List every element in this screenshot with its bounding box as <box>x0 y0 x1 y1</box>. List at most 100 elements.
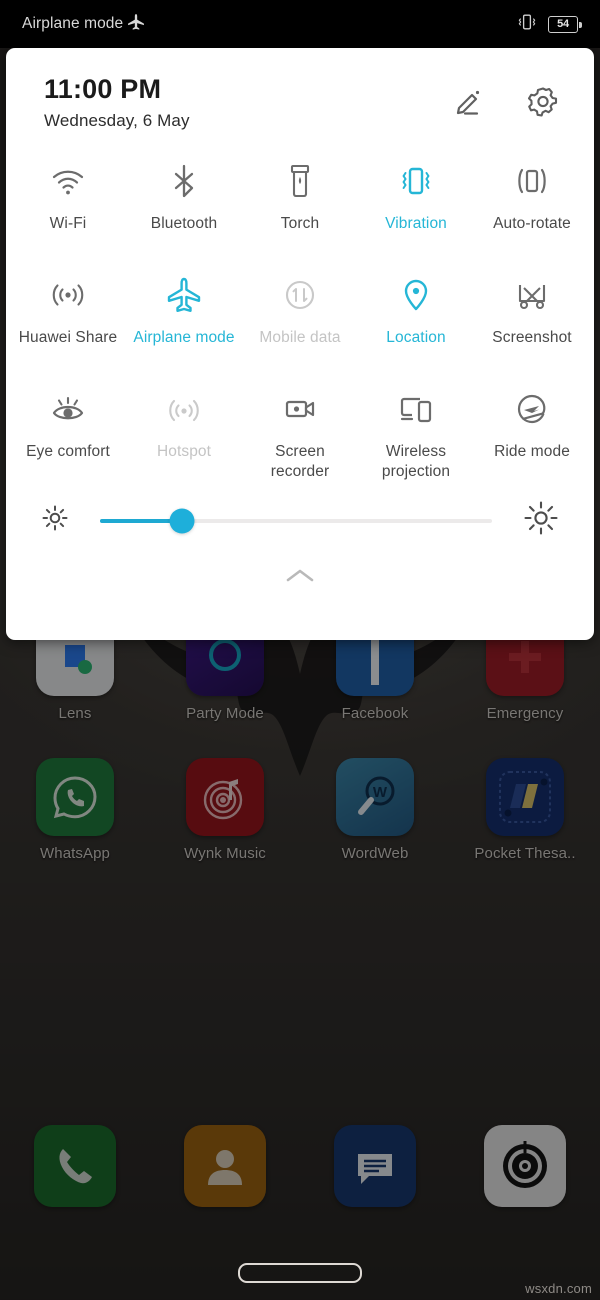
brightness-slider-thumb[interactable] <box>169 508 195 534</box>
pocket-app-icon <box>486 758 564 836</box>
app-wynk-music[interactable]: Wynk Music <box>150 758 300 862</box>
quick-settings-panel: 11:00 PM Wednesday, 6 May Wi-Fi Bluetoot… <box>6 48 594 640</box>
mobile-data-icon <box>278 273 322 317</box>
brightness-low-icon <box>40 503 70 538</box>
app-label: Wynk Music <box>184 845 266 862</box>
battery-level: 54 <box>557 18 569 30</box>
status-airplane-label: Airplane mode <box>22 15 124 32</box>
pencil-edit-icon[interactable] <box>452 84 486 118</box>
bluetooth-icon <box>162 159 206 203</box>
app-label: Lens <box>58 705 92 722</box>
quick-settings-header: 11:00 PM Wednesday, 6 May <box>6 48 594 131</box>
status-bar-right: 54 <box>516 12 582 37</box>
header-actions <box>452 74 566 118</box>
tile-huawei-share[interactable]: Huawei Share <box>10 257 126 371</box>
chevron-up-icon <box>283 566 317 591</box>
eye-comfort-icon <box>46 387 90 431</box>
tile-label: Wireless projection <box>381 443 451 481</box>
airplane-icon <box>126 12 146 37</box>
tile-hotspot[interactable]: Hotspot <box>126 371 242 485</box>
navigation-bar <box>0 1245 600 1300</box>
tile-label: Huawei Share <box>18 329 118 347</box>
app-label: Pocket Thesa.. <box>474 845 576 862</box>
clock-block: 11:00 PM Wednesday, 6 May <box>44 74 190 131</box>
location-pin-icon <box>394 273 438 317</box>
brightness-row <box>6 485 594 542</box>
app-messages[interactable] <box>300 1125 450 1216</box>
tile-label: Torch <box>280 215 320 233</box>
tile-wifi[interactable]: Wi-Fi <box>10 143 126 257</box>
airplane-icon <box>162 273 206 317</box>
tile-label: Hotspot <box>156 443 212 461</box>
quick-settings-tile-grid: Wi-Fi Bluetooth Torch Vibration Auto-rot… <box>6 131 594 485</box>
wordweb-app-icon: W <box>336 758 414 836</box>
tile-screenshot[interactable]: Screenshot <box>474 257 590 371</box>
torch-icon <box>278 159 322 203</box>
svg-text:W: W <box>373 784 388 801</box>
status-bar-left: Airplane mode <box>22 12 146 37</box>
tile-label: Screenshot <box>492 329 572 347</box>
tile-location[interactable]: Location <box>358 257 474 371</box>
status-bar: Airplane mode 54 <box>0 0 600 48</box>
current-time: 11:00 PM <box>44 74 162 104</box>
tile-mobile-data[interactable]: Mobile data <box>242 257 358 371</box>
app-phone[interactable] <box>0 1125 150 1216</box>
hotspot-icon <box>162 387 206 431</box>
app-label: WordWeb <box>341 845 409 862</box>
wireless-projection-icon <box>394 387 438 431</box>
wynk-app-icon <box>186 758 264 836</box>
app-settings[interactable] <box>450 1125 600 1216</box>
whatsapp-app-icon <box>36 758 114 836</box>
phone-app-icon <box>34 1125 116 1207</box>
vibrate-icon <box>516 12 538 37</box>
vibration-icon <box>394 159 438 203</box>
wifi-icon <box>46 159 90 203</box>
tile-label: Mobile data <box>259 329 341 347</box>
tile-label: Vibration <box>385 215 447 233</box>
tile-bluetooth[interactable]: Bluetooth <box>126 143 242 257</box>
tile-airplane-mode[interactable]: Airplane mode <box>126 257 242 371</box>
tile-label: Screen recorder <box>270 443 330 481</box>
app-whatsapp[interactable]: WhatsApp <box>0 758 150 862</box>
battery-icon: 54 <box>548 15 582 33</box>
tile-screen-recorder[interactable]: Screen recorder <box>242 371 358 485</box>
tile-label: Location <box>386 329 446 347</box>
auto-rotate-icon <box>510 159 554 203</box>
tile-label: Airplane mode <box>133 329 235 347</box>
brightness-high-icon <box>522 499 560 542</box>
app-label: Emergency <box>486 705 564 722</box>
app-label: WhatsApp <box>40 845 110 862</box>
app-contacts[interactable] <box>150 1125 300 1216</box>
screen-recorder-icon <box>278 387 322 431</box>
tile-wireless-projection[interactable]: Wireless projection <box>358 371 474 485</box>
home-app-row-2: WhatsApp Wynk Music W WordWeb Pocket The… <box>0 758 600 862</box>
contacts-app-icon <box>184 1125 266 1207</box>
huawei-share-icon <box>46 273 90 317</box>
home-dock <box>0 1125 600 1216</box>
tile-label: Ride mode <box>494 443 570 461</box>
tile-eye-comfort[interactable]: Eye comfort <box>10 371 126 485</box>
phone-screen: Lens Party Mode Facebook Emergency Whats… <box>0 0 600 1300</box>
app-pocket-thesaurus[interactable]: Pocket Thesa.. <box>450 758 600 862</box>
watermark: wsxdn.com <box>525 1281 592 1296</box>
app-label: Party Mode <box>186 705 264 722</box>
tile-vibration[interactable]: Vibration <box>358 143 474 257</box>
home-gesture-pill[interactable] <box>238 1262 362 1283</box>
tile-label: Auto-rotate <box>493 215 571 233</box>
tile-auto-rotate[interactable]: Auto-rotate <box>474 143 590 257</box>
tile-label: Bluetooth <box>150 215 218 233</box>
tile-label: Wi-Fi <box>49 215 87 233</box>
tile-label: Eye comfort <box>26 443 110 461</box>
app-wordweb[interactable]: W WordWeb <box>300 758 450 862</box>
panel-collapse-handle[interactable] <box>6 550 594 606</box>
tile-torch[interactable]: Torch <box>242 143 358 257</box>
app-label: Facebook <box>341 705 409 722</box>
tile-ride-mode[interactable]: Ride mode <box>474 371 590 485</box>
gear-icon[interactable] <box>526 84 560 118</box>
screenshot-icon <box>510 273 554 317</box>
settings-app-icon <box>484 1125 566 1207</box>
current-date: Wednesday, 6 May <box>44 111 190 131</box>
helmet-icon <box>510 387 554 431</box>
brightness-slider[interactable] <box>100 508 492 534</box>
messages-app-icon <box>334 1125 416 1207</box>
